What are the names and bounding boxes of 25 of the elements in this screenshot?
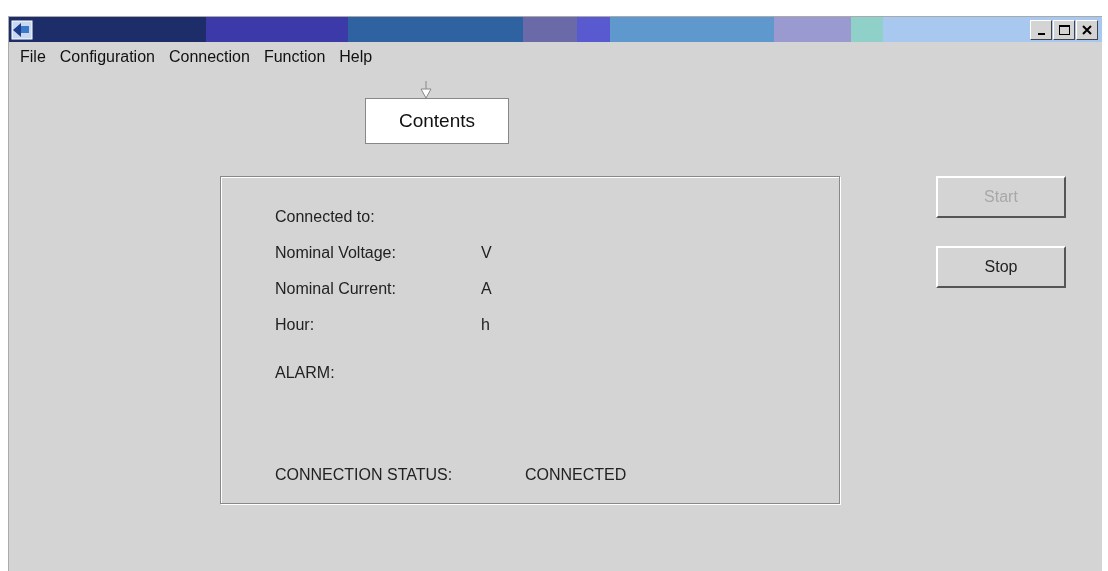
menu-item[interactable]: Connection — [161, 44, 257, 70]
menu-item[interactable]: Help — [332, 44, 380, 70]
minimize-icon — [1037, 32, 1045, 35]
field-label: Hour: — [275, 316, 316, 334]
stop-button[interactable]: Stop — [936, 246, 1066, 288]
close-button[interactable] — [1076, 19, 1098, 40]
status-value: CONNECTED — [525, 466, 627, 484]
tooltip: Contents — [365, 98, 509, 144]
field-value: V — [481, 244, 492, 262]
field-label: Nominal Current: — [275, 280, 397, 298]
arrow-icon — [420, 81, 432, 99]
field-value: h — [481, 316, 490, 334]
status-label: CONNECTION STATUS: — [275, 466, 454, 484]
menu-item[interactable]: File — [13, 44, 53, 70]
minimize-button[interactable] — [1030, 19, 1052, 40]
field-value: A — [481, 280, 492, 298]
field-label: Nominal Voltage: — [275, 244, 397, 262]
alarm-label: ALARM: — [275, 364, 336, 382]
menu-item[interactable]: Configuration — [52, 44, 162, 70]
maximize-icon — [1058, 24, 1070, 35]
maximize-button[interactable] — [1053, 19, 1075, 40]
menu-item[interactable]: Function — [256, 44, 333, 70]
close-icon — [1082, 24, 1092, 35]
app-icon — [11, 19, 33, 40]
field-label: Connected to: — [275, 208, 376, 226]
